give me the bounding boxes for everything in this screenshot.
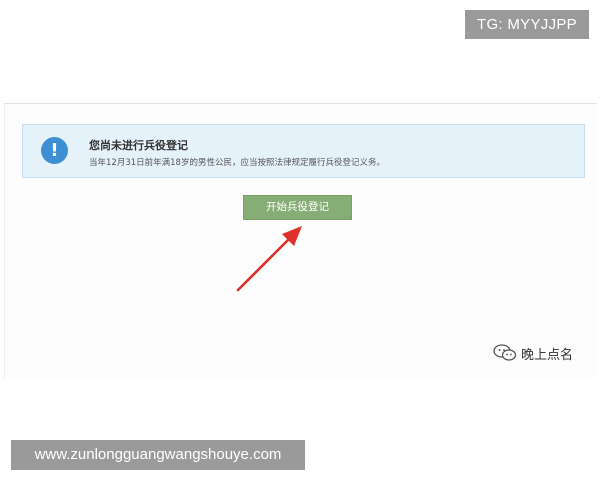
- tg-watermark-badge: TG: MYYJJPP: [465, 10, 589, 39]
- notice-banner: ! 您尚未进行兵役登记 当年12月31日前年满18岁的男性公民，应当按照法律规定…: [22, 124, 585, 178]
- exclamation-icon: !: [41, 137, 68, 164]
- wechat-icon: [493, 344, 517, 361]
- start-registration-button[interactable]: 开始兵役登记: [243, 195, 352, 220]
- wechat-watermark: 晚上点名: [493, 343, 573, 363]
- wechat-account-name: 晚上点名: [521, 347, 574, 363]
- page: TG: MYYJJPP ! 您尚未进行兵役登记 当年12月31日前年满18岁的男…: [0, 0, 600, 480]
- red-arrow-annotation: [236, 226, 302, 292]
- url-watermark-badge: www.zunlongguangwangshouye.com: [11, 440, 305, 470]
- notice-title: 您尚未进行兵役登记: [89, 139, 188, 152]
- notice-description: 当年12月31日前年满18岁的男性公民，应当按照法律规定履行兵役登记义务。: [89, 158, 385, 168]
